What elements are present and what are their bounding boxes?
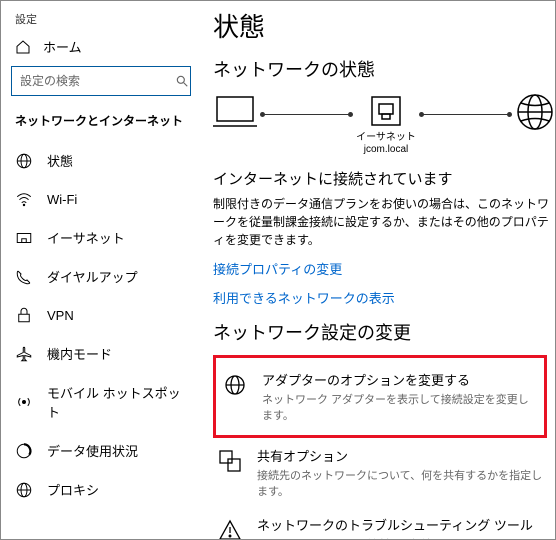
sidebar-item-label: ダイヤルアップ — [47, 267, 138, 286]
ethernet-caption: イーサネット jcom.local — [356, 132, 416, 156]
connection-status: インターネットに接続されています — [213, 168, 555, 189]
section-network-state: ネットワークの状態 — [213, 56, 555, 82]
option-title: 共有オプション — [257, 446, 551, 465]
pc-node — [213, 93, 257, 157]
option-title: アダプターのオプションを変更する — [262, 370, 538, 389]
hotspot-icon — [15, 393, 33, 411]
search-icon — [175, 74, 189, 88]
sharing-icon — [217, 448, 243, 474]
proxy-icon — [15, 481, 33, 499]
dialup-icon — [15, 268, 33, 286]
sidebar-item-proxy[interactable]: プロキシ — [1, 470, 201, 509]
vpn-icon — [15, 306, 33, 324]
pc-icon — [213, 93, 257, 131]
sidebar-item-airplane[interactable]: 機内モード — [1, 334, 201, 373]
category-label: ネットワークとインターネット — [1, 110, 201, 141]
connection-line — [263, 114, 350, 115]
sidebar-item-wifi[interactable]: Wi-Fi — [1, 180, 201, 218]
home-icon — [15, 39, 31, 55]
wifi-icon — [15, 190, 33, 208]
settings-label: 設定 — [1, 11, 201, 33]
main-content: 状態 ネットワークの状態 イーサネット — [201, 1, 555, 539]
ethernet-port-icon — [369, 94, 403, 128]
adapter-icon — [222, 372, 248, 398]
data-usage-icon — [15, 442, 33, 460]
globe-icon — [15, 152, 33, 170]
airplane-icon — [15, 345, 33, 363]
search-box[interactable] — [11, 66, 191, 96]
sidebar-item-label: プロキシ — [47, 480, 99, 499]
option-desc: 接続先のネットワークについて、何を共有するかを指定します。 — [257, 467, 551, 499]
sidebar-item-label: イーサネット — [47, 228, 125, 247]
troubleshoot-row[interactable]: ネットワークのトラブルシューティング ツール ネットワークの問題を診断し、解決し… — [213, 507, 555, 539]
sidebar-item-label: データ使用状況 — [47, 441, 138, 460]
sidebar-item-dialup[interactable]: ダイヤルアップ — [1, 257, 201, 296]
settings-sidebar: 設定 ホーム ネットワークとインターネット — [1, 1, 201, 539]
sidebar-item-label: モバイル ホットスポット — [47, 383, 187, 421]
metered-description: 制限付きのデータ通信プランをお使いの場合は、このネットワークを従量制課金接続に設… — [213, 195, 555, 249]
show-available-networks-link[interactable]: 利用できるネットワークの表示 — [213, 288, 555, 307]
sidebar-item-ethernet[interactable]: イーサネット — [1, 218, 201, 257]
sidebar-item-status[interactable]: 状態 — [1, 141, 201, 180]
sidebar-item-datausage[interactable]: データ使用状況 — [1, 431, 201, 470]
sidebar-item-vpn[interactable]: VPN — [1, 296, 201, 334]
sidebar-item-label: Wi-Fi — [47, 192, 77, 207]
sidebar-item-label: 状態 — [47, 151, 73, 170]
adapter-options-row[interactable]: アダプターのオプションを変更する ネットワーク アダプターを表示して接続設定を変… — [218, 362, 542, 431]
home-button[interactable]: ホーム — [1, 33, 201, 66]
sidebar-item-label: 機内モード — [47, 344, 112, 363]
troubleshoot-icon — [217, 517, 243, 539]
option-desc: ネットワーク アダプターを表示して接続設定を変更します。 — [262, 391, 538, 423]
search-input[interactable] — [20, 74, 175, 88]
network-diagram: イーサネット jcom.local — [213, 92, 555, 158]
home-label: ホーム — [43, 37, 82, 56]
change-connection-properties-link[interactable]: 接続プロパティの変更 — [213, 259, 555, 278]
internet-node — [515, 92, 555, 158]
page-title: 状態 — [213, 7, 555, 44]
ethernet-node: イーサネット jcom.local — [356, 94, 416, 156]
connection-line — [422, 114, 509, 115]
sidebar-item-hotspot[interactable]: モバイル ホットスポット — [1, 373, 201, 431]
sidebar-item-label: VPN — [47, 308, 74, 323]
option-desc: ネットワークの問題を診断し、解決します。 — [257, 536, 551, 539]
sharing-options-row[interactable]: 共有オプション 接続先のネットワークについて、何を共有するかを指定します。 — [213, 438, 555, 507]
highlighted-option: アダプターのオプションを変更する ネットワーク アダプターを表示して接続設定を変… — [213, 355, 547, 438]
section-change-settings: ネットワーク設定の変更 — [213, 319, 555, 345]
globe-large-icon — [515, 92, 555, 132]
ethernet-icon — [15, 229, 33, 247]
option-title: ネットワークのトラブルシューティング ツール — [257, 515, 551, 534]
